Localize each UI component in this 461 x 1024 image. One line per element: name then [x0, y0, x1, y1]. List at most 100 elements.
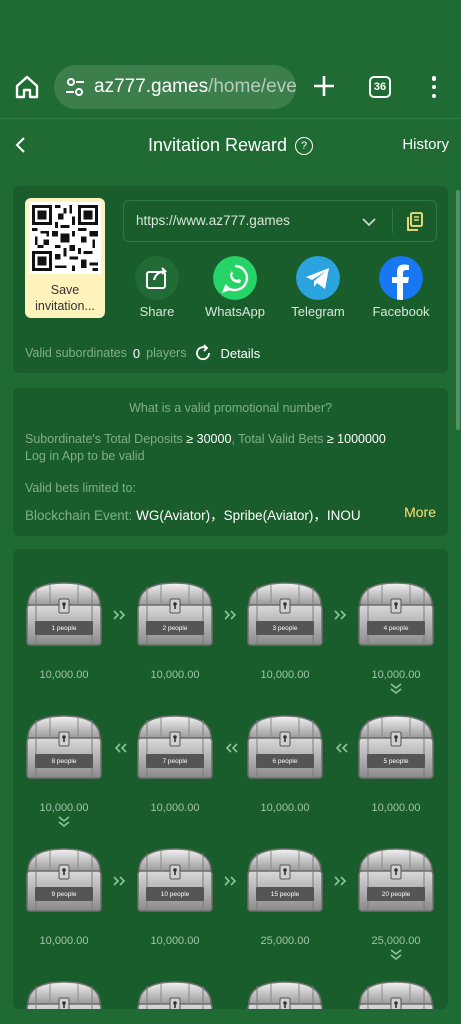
treasure-chest-icon — [358, 715, 434, 779]
chest-people-label: 3 people — [272, 625, 298, 632]
chevron-right-icon — [224, 876, 237, 886]
chest-people-label: 4 people — [383, 625, 409, 632]
chest-people-label: 10 people — [160, 891, 190, 898]
refresh-icon[interactable] — [194, 344, 212, 362]
chevron-right-icon — [334, 876, 347, 886]
chest-reward-amount: 10,000.00 — [371, 802, 421, 814]
chest-reward-amount: 10,000.00 — [371, 669, 421, 681]
reward-chest[interactable]: 10 people 10,000.00 — [135, 845, 215, 947]
bets-limited-label: Valid bets limited to: — [25, 481, 136, 495]
treasure-chest-icon — [137, 981, 213, 1009]
reward-chest[interactable]: 5 people 10,000.00 — [356, 712, 436, 814]
chest-reward-amount: 10,000.00 — [260, 802, 310, 814]
valid-label: Valid subordinates — [25, 346, 127, 360]
reward-chest[interactable]: 8 people 10,000.00 — [24, 712, 104, 814]
telegram-label: Telegram — [291, 304, 345, 319]
site-settings-icon[interactable] — [64, 76, 86, 98]
valid-unit: players — [146, 346, 187, 360]
help-icon[interactable]: ? — [295, 136, 314, 155]
save-invitation-label: Save invitation... — [35, 283, 95, 313]
treasure-chest-icon — [247, 715, 323, 779]
url-path: /home/ever — [208, 76, 296, 97]
chest-people-label: 9 people — [51, 891, 77, 898]
requirements-text: Subordinate's Total Deposits ≥ 30000, To… — [25, 432, 386, 463]
chest-reward-amount: 10,000.00 — [260, 669, 310, 681]
treasure-chest-icon — [26, 715, 102, 779]
rewards-grid: 1 people 10,000.00 2 people 10,000.00 3 … — [13, 549, 448, 1009]
history-link[interactable]: History — [402, 136, 449, 153]
treasure-chest-icon — [137, 582, 213, 646]
treasure-chest-icon — [358, 981, 434, 1009]
chest-people-label: 5 people — [383, 758, 409, 765]
qr-code — [29, 202, 101, 274]
treasure-chest-icon — [358, 582, 434, 646]
chain-label: Blockchain Event: — [25, 508, 133, 523]
reward-chest[interactable] — [245, 978, 325, 1009]
chevron-down-icon — [58, 816, 70, 828]
new-tab-icon[interactable] — [310, 72, 338, 100]
details-link[interactable]: Details — [220, 346, 260, 361]
tab-switcher-button[interactable]: 36 — [369, 76, 391, 98]
reward-chest[interactable]: 3 people 10,000.00 — [245, 579, 325, 681]
login-note: Log in App to be valid — [25, 449, 145, 463]
chevron-down-icon — [390, 949, 402, 961]
chest-reward-amount: 10,000.00 — [150, 935, 200, 947]
chest-people-label: 2 people — [162, 625, 188, 632]
chest-reward-amount: 10,000.00 — [39, 669, 89, 681]
chest-reward-amount: 10,000.00 — [150, 669, 200, 681]
page-title-text: Invitation Reward — [147, 135, 288, 155]
url-text: az777.games/home/ever — [94, 76, 296, 98]
whatsapp-button[interactable]: WhatsApp — [195, 256, 275, 319]
deposits-value: ≥ 30000 — [186, 432, 232, 446]
share-button[interactable]: Share — [117, 256, 197, 319]
url-domain: az777.games — [94, 76, 209, 97]
page-header: Invitation Reward ? History — [0, 118, 461, 172]
share-icon — [135, 256, 179, 300]
chain-games: WG(Aviator)，Spribe(Aviator)，INOU — [136, 508, 361, 523]
treasure-chest-icon — [26, 848, 102, 912]
home-icon[interactable] — [14, 74, 40, 100]
reward-chest[interactable]: 7 people 10,000.00 — [135, 712, 215, 814]
browser-toolbar: az777.games/home/ever 36 — [0, 56, 461, 118]
reward-chest[interactable]: 15 people 25,000.00 — [245, 845, 325, 947]
more-link[interactable]: More — [398, 504, 436, 520]
share-options: Share WhatsApp Telegram Facebook — [121, 256, 441, 320]
reward-chest[interactable]: 2 people 10,000.00 — [135, 579, 215, 681]
share-label: Share — [139, 304, 175, 319]
reward-chest[interactable] — [356, 978, 436, 1009]
reward-chest[interactable]: 1 people 10,000.00 — [24, 579, 104, 681]
chest-reward-amount: 25,000.00 — [260, 935, 310, 947]
address-bar[interactable]: az777.games/home/ever — [54, 65, 296, 109]
chevron-left-icon — [335, 743, 348, 753]
browser-menu-icon[interactable] — [425, 74, 443, 100]
scrollbar[interactable] — [456, 190, 460, 430]
reward-chest[interactable]: 6 people 10,000.00 — [245, 712, 325, 814]
valid-count: 0 — [132, 345, 141, 361]
treasure-chest-icon — [26, 582, 102, 646]
chevron-down-icon — [390, 683, 402, 695]
treasure-chest-icon — [247, 981, 323, 1009]
facebook-button[interactable]: Facebook — [361, 256, 441, 319]
reward-chest[interactable]: 9 people 10,000.00 — [24, 845, 104, 947]
facebook-icon — [379, 256, 423, 300]
invite-link-text: https://www.az777.games — [136, 213, 290, 228]
chevron-right-icon — [334, 610, 347, 620]
copy-icon[interactable] — [406, 212, 424, 232]
rules-title: What is a valid promotional number? — [129, 401, 332, 415]
reward-chest[interactable]: 4 people 10,000.00 — [356, 579, 436, 681]
chevron-right-icon — [224, 610, 237, 620]
treasure-chest-icon — [137, 848, 213, 912]
tab-count: 36 — [373, 81, 387, 93]
treasure-chest-icon — [247, 848, 323, 912]
invite-link-field[interactable]: https://www.az777.games — [123, 200, 437, 242]
facebook-label: Facebook — [372, 304, 430, 319]
save-invitation-button[interactable]: Save invitation... — [25, 198, 105, 318]
reward-chest[interactable] — [135, 978, 215, 1009]
chevron-right-icon — [113, 876, 126, 886]
whatsapp-label: WhatsApp — [205, 304, 265, 319]
reward-chest[interactable]: 20 people 25,000.00 — [356, 845, 436, 947]
chevron-down-icon[interactable] — [361, 214, 377, 230]
telegram-button[interactable]: Telegram — [278, 256, 358, 319]
reward-chest[interactable] — [24, 978, 104, 1009]
chest-people-label: 20 people — [381, 891, 411, 898]
